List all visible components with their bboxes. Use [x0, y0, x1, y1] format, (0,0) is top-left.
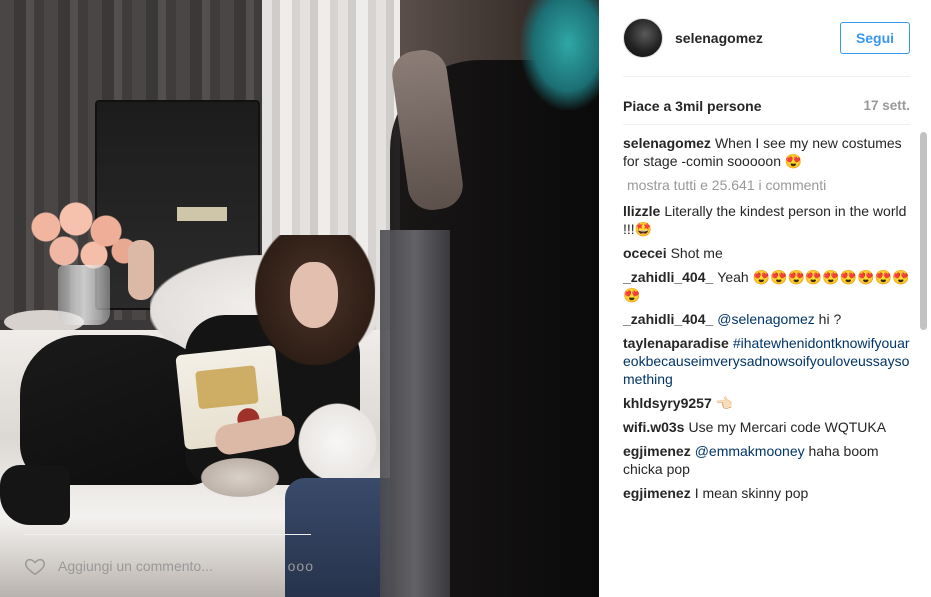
- comments-list[interactable]: selenagomez When I see my new costumes fo…: [623, 134, 913, 530]
- scrollbar-thumb[interactable]: [920, 132, 927, 330]
- comment-text: 👈🏻: [715, 395, 734, 411]
- comment-mention[interactable]: @emmakmooney: [695, 443, 805, 459]
- comment-item: egjimenez I mean skinny pop: [623, 484, 913, 502]
- comment-input[interactable]: [58, 558, 258, 574]
- comment-item: _zahidli_404_ Yeah 😍😍😍😍😍😍😍😍😍😍: [623, 268, 913, 304]
- comment-username[interactable]: _zahidli_404_: [623, 269, 713, 285]
- comment-item: egjimenez @emmakmooney haha boom chicka p…: [623, 442, 913, 478]
- pillow: [290, 400, 385, 485]
- post-header: selenagomez Segui: [623, 16, 910, 60]
- foreground-sleeve: [380, 230, 450, 597]
- comment-username[interactable]: khldsyry9257: [623, 395, 712, 411]
- comment-username[interactable]: egjimenez: [623, 485, 691, 501]
- comment-mention[interactable]: @selenagomez: [717, 311, 815, 327]
- comment-item: wifi.w03s Use my Mercari code WQTUKA: [623, 418, 913, 436]
- likes-count[interactable]: Piace a 3mil persone: [623, 98, 762, 114]
- comment-text: Literally the kindest person in the worl…: [623, 203, 907, 237]
- divider: [24, 534, 311, 535]
- caption-username[interactable]: selenagomez: [623, 135, 711, 151]
- comment-text: I mean skinny pop: [694, 485, 809, 501]
- roses: [22, 195, 142, 275]
- post-side-panel: selenagomez Segui Piace a 3mil persone 1…: [599, 0, 931, 597]
- comment-username[interactable]: wifi.w03s: [623, 419, 684, 435]
- comment-item: khldsyry9257 👈🏻: [623, 394, 913, 412]
- teal-costume: [520, 0, 599, 110]
- comment-text: hi ?: [818, 311, 842, 327]
- comment-username[interactable]: _zahidli_404_: [623, 311, 713, 327]
- person-arm-phone: [128, 240, 154, 300]
- comment-bar: ooo: [24, 546, 314, 586]
- username[interactable]: selenagomez: [675, 30, 763, 46]
- heart-icon[interactable]: [24, 555, 46, 577]
- person-face: [290, 262, 338, 328]
- avatar[interactable]: [623, 18, 663, 58]
- comment-username[interactable]: taylenaparadise: [623, 335, 729, 351]
- comment-username[interactable]: egjimenez: [623, 443, 691, 459]
- comments-scrollbar[interactable]: [918, 128, 928, 532]
- divider: [623, 76, 910, 77]
- comment-item: ocecei Shot me: [623, 244, 913, 262]
- likes-row: Piace a 3mil persone 17 sett.: [623, 98, 910, 114]
- boots: [0, 465, 70, 525]
- load-more-comments-link[interactable]: mostra tutti e 25.641 i commenti: [627, 176, 913, 194]
- comment-text: Shot me: [670, 245, 723, 261]
- comment-item: taylenaparadise #ihatewhenidontknowifyoua…: [623, 334, 913, 388]
- more-options-icon[interactable]: ooo: [288, 558, 314, 574]
- post-time[interactable]: 17 sett.: [863, 98, 910, 114]
- comment-text: Use my Mercari code WQTUKA: [688, 419, 887, 435]
- comment-item: _zahidli_404_ @selenagomez hi ?: [623, 310, 913, 328]
- cat: [195, 455, 285, 500]
- caption: selenagomez When I see my new costumes fo…: [623, 134, 913, 170]
- comment-item: llizzle Literally the kindest person in t…: [623, 202, 913, 238]
- follow-button[interactable]: Segui: [840, 22, 910, 54]
- post-photo[interactable]: [0, 0, 599, 597]
- comment-username[interactable]: ocecei: [623, 245, 667, 261]
- vase: [58, 265, 110, 325]
- comment-username[interactable]: llizzle: [623, 203, 660, 219]
- divider: [623, 124, 910, 125]
